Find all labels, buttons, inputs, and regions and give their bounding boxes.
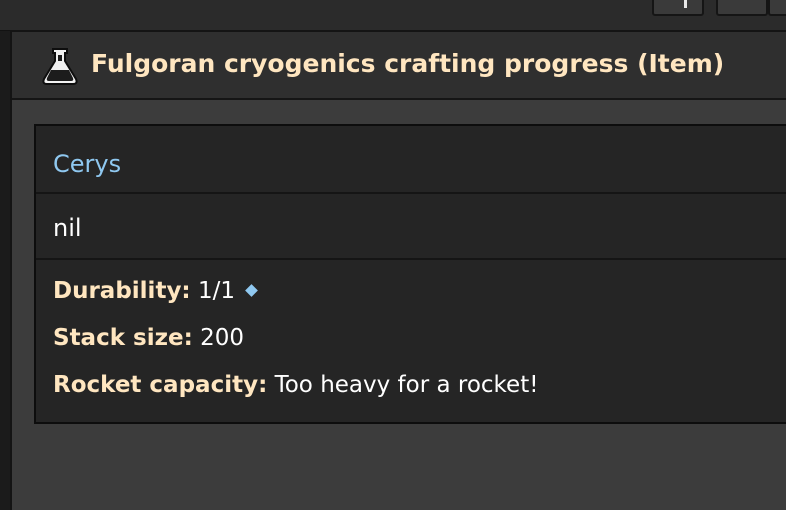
flask-icon — [42, 48, 78, 85]
top-toolbar-button-3[interactable] — [768, 0, 786, 16]
durability-diamond-icon — [245, 284, 258, 297]
property-rocket-capacity: Rocket capacity: Too heavy for a rocket! — [53, 370, 538, 417]
window-titlebar[interactable]: Fulgoran cryogenics crafting progress (I… — [12, 32, 786, 100]
description-row: nil — [36, 194, 786, 260]
properties-list: Durability: 1/1 Stack size: 200 Rocket c… — [53, 276, 538, 417]
stack-size-label: Stack size: — [53, 325, 193, 351]
stack-size-value: 200 — [200, 325, 244, 351]
top-strip — [0, 0, 786, 31]
tooltip-panel: Cerys nil Durability: 1/1 Stack size: 20… — [34, 124, 786, 424]
rocket-capacity-label: Rocket capacity: — [53, 372, 268, 398]
window-title: Fulgoran cryogenics crafting progress (I… — [91, 49, 725, 78]
mod-name: Cerys — [53, 150, 122, 178]
top-toolbar-button-1[interactable] — [652, 0, 704, 16]
item-description: nil — [53, 214, 82, 242]
durability-label: Durability: — [53, 278, 191, 304]
property-stack-size: Stack size: 200 — [53, 323, 538, 370]
durability-value: 1/1 — [197, 278, 235, 304]
property-durability: Durability: 1/1 — [53, 276, 538, 323]
rocket-capacity-value: Too heavy for a rocket! — [274, 372, 539, 398]
button-glyph-icon — [676, 0, 687, 8]
top-toolbar-button-2[interactable] — [716, 0, 768, 16]
mod-name-row: Cerys — [36, 126, 786, 194]
item-info-window: Fulgoran cryogenics crafting progress (I… — [10, 30, 786, 510]
